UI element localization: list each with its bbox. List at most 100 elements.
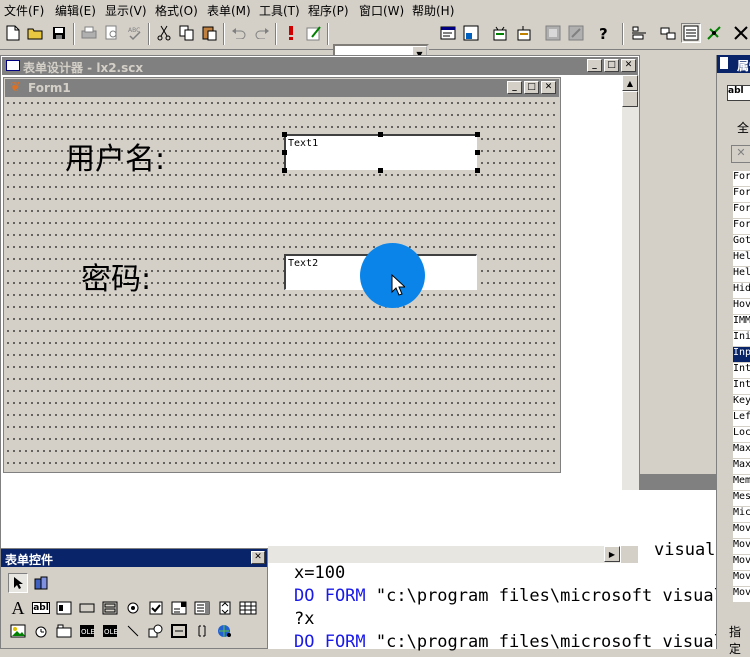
spelling-icon[interactable]: ABC [125,23,145,43]
help-icon[interactable]: ? [594,23,614,43]
property-row[interactable]: Max [733,459,750,475]
tab-all[interactable]: 全 [737,119,749,136]
property-row[interactable]: Max [733,443,750,459]
line-tool-icon[interactable] [123,621,143,641]
checkbox-tool-icon[interactable] [146,598,166,618]
menu-form[interactable]: 表单(M) [207,2,251,19]
autoform-icon[interactable] [543,23,563,43]
property-row[interactable]: Hid [733,283,750,299]
cut-icon[interactable] [154,23,174,43]
property-row[interactable]: Hel [733,251,750,267]
maximize-icon[interactable]: □ [604,59,619,72]
code-window-icon[interactable] [704,23,724,43]
property-row[interactable]: Mov [733,523,750,539]
image-tool-icon[interactable] [8,621,28,641]
save-icon[interactable] [49,23,69,43]
command-line[interactable]: visual [654,540,715,560]
property-row[interactable]: Int [733,363,750,379]
hyperlink-tool-icon[interactable] [215,621,235,641]
container-tool-icon[interactable] [169,621,189,641]
open-folder-icon[interactable] [26,23,46,43]
menu-program[interactable]: 程序(P) [308,2,349,19]
property-row[interactable]: Mov [733,587,750,603]
property-row[interactable]: Got [733,235,750,251]
cancel-icon[interactable]: ✕ [731,145,750,163]
property-row[interactable]: Inp [733,347,750,363]
close-icon[interactable]: ✕ [621,59,636,72]
run-icon[interactable] [281,23,301,43]
properties-titlebar[interactable]: 属性 [717,55,750,73]
property-row[interactable]: Key [733,395,750,411]
menu-format[interactable]: 格式(O) [155,2,198,19]
property-row[interactable]: Mov [733,571,750,587]
spinner-tool-icon[interactable] [215,598,235,618]
property-row[interactable]: Lef [733,411,750,427]
toolbox-icon[interactable] [731,23,750,43]
shape-tool-icon[interactable] [146,621,166,641]
layout-toolbar-icon[interactable] [629,23,649,43]
close-icon[interactable]: ✕ [541,81,556,94]
username-label[interactable]: 用户名: [65,134,165,178]
timer-tool-icon[interactable] [31,621,51,641]
size-grip-icon[interactable] [621,546,638,563]
command-button-tool-icon[interactable] [77,598,97,618]
property-row[interactable]: For [733,187,750,203]
property-row[interactable]: For [733,171,750,187]
property-row[interactable]: Mem [733,475,750,491]
form-wizard-icon[interactable] [490,23,510,43]
selection-handle[interactable] [282,150,287,155]
menu-tools[interactable]: 工具(T) [259,2,300,19]
menu-view[interactable]: 显示(V) [105,2,147,19]
property-row[interactable]: Loc [733,427,750,443]
grid-tool-icon[interactable] [238,598,258,618]
menu-window[interactable]: 窗口(W) [359,2,404,19]
scroll-right-icon[interactable]: ▶ [604,546,620,562]
property-row[interactable]: Int [733,379,750,395]
modify-form-icon[interactable] [304,23,324,43]
selection-handle[interactable] [475,150,480,155]
text1-textbox[interactable]: Text1 [284,134,477,170]
combobox-tool-icon[interactable] [169,598,189,618]
property-row[interactable]: Mov [733,555,750,571]
scroll-thumb[interactable] [622,91,638,107]
copy-icon[interactable] [177,23,197,43]
property-row[interactable]: Hel [733,267,750,283]
command-window-icon[interactable] [438,23,458,43]
pageframe-tool-icon[interactable] [54,621,74,641]
activex-bound-tool-icon[interactable]: OLE [100,621,120,641]
menu-help[interactable]: 帮助(H) [412,2,454,19]
selection-handle[interactable] [282,132,287,137]
report-wizard-icon[interactable] [514,23,534,43]
property-row[interactable]: Mes [733,491,750,507]
paste-icon[interactable] [200,23,220,43]
separator-tool-icon[interactable] [192,621,212,641]
redo-icon[interactable] [252,23,272,43]
selection-handle[interactable] [378,132,383,137]
selection-handle[interactable] [475,132,480,137]
property-row[interactable]: Ini [733,331,750,347]
menu-edit[interactable]: 编辑(E) [55,2,96,19]
undo-icon[interactable] [229,23,249,43]
minimize-icon[interactable]: _ [587,59,602,72]
command-line[interactable]: DO FORM "c:\program files\microsoft visu… [294,586,724,606]
listbox-tool-icon[interactable] [192,598,212,618]
property-row[interactable]: Hov [733,299,750,315]
command-line[interactable]: ?x [294,609,314,629]
selection-handle[interactable] [282,168,287,173]
property-row[interactable]: For [733,203,750,219]
command-line[interactable]: DO FORM "c:\program files\microsoft visu… [294,632,724,652]
print-preview-icon[interactable] [102,23,122,43]
minimize-icon[interactable]: _ [507,81,522,94]
property-row[interactable]: IMM [733,315,750,331]
label-tool-icon[interactable]: A [8,598,28,618]
new-file-icon[interactable] [3,23,23,43]
autoreport-icon[interactable] [566,23,586,43]
property-row[interactable]: Mov [733,539,750,555]
selection-handle[interactable] [378,168,383,173]
maximize-icon[interactable]: □ [524,81,539,94]
print-icon[interactable] [79,23,99,43]
properties-list[interactable]: For For For For Got Hel Hel Hid Hov IMM Ini Inp Int I… [717,171,750,603]
property-row[interactable]: For [733,219,750,235]
activex-control-tool-icon[interactable]: OLE [77,621,97,641]
scroll-up-icon[interactable]: ▲ [622,75,638,91]
